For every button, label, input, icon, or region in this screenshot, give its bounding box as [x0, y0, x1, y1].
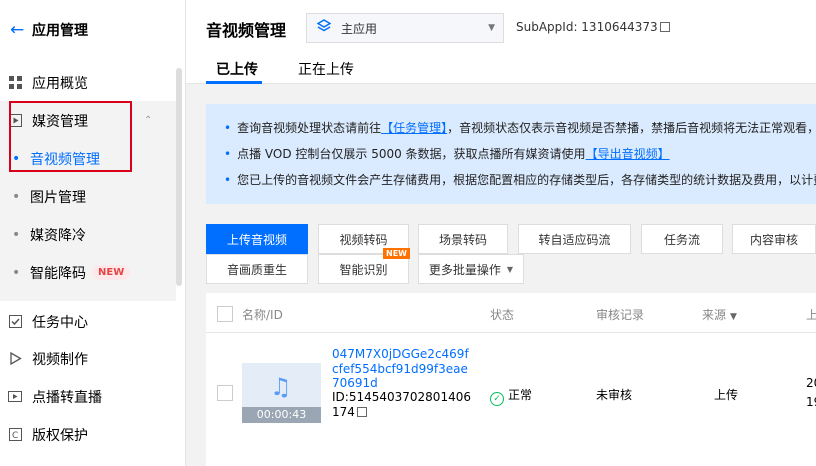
date-cell-line-1: 20 — [806, 376, 816, 390]
notice-line: • 点播 VOD 控制台仅展示 5000 条数据，获取点播所有媒资请使用【导出音视… — [224, 144, 816, 170]
music-note-icon: ♫ — [270, 373, 292, 401]
copy-icon[interactable] — [659, 22, 670, 32]
bullet-icon: • — [224, 147, 232, 161]
sidebar-item-smart-bitrate[interactable]: • 智能降码 NEW — [0, 254, 176, 291]
row-checkbox[interactable] — [217, 385, 233, 401]
caret-down-icon: ▼ — [488, 23, 495, 33]
copyright-icon: C — [8, 428, 22, 442]
sidebar-item-label: 任务中心 — [32, 314, 88, 331]
scene-transcode-button[interactable]: 场景转码 — [418, 224, 508, 254]
highlight-box — [9, 101, 132, 172]
sidebar-item-label: 版权保护 — [32, 427, 88, 444]
grid-icon — [8, 76, 22, 90]
subapp-id-text: SubAppId: 1310644373 — [516, 20, 658, 34]
column-header-name: 名称/ID — [242, 308, 283, 322]
column-header-more: 上 — [806, 308, 816, 322]
sidebar-item-label: 应用概览 — [32, 75, 88, 92]
review-cell: 未审核 — [596, 388, 633, 402]
notice-box: • 查询音视频处理状态请前往【任务管理】，音视频状态仅表示音视频是否禁播，禁播后音… — [206, 104, 816, 204]
sidebar-item-app-overview[interactable]: 应用概览 — [0, 64, 176, 101]
tab-uploaded[interactable]: 已上传 — [216, 59, 258, 79]
smart-recognition-button[interactable]: 智能识别 NEW — [318, 248, 410, 284]
column-header-source[interactable]: 来源 ▼ — [702, 306, 737, 323]
app-select-value: 主应用 — [341, 21, 378, 36]
chevron-up-icon[interactable]: ⌃ — [144, 115, 152, 126]
sidebar-scrollbar[interactable] — [176, 68, 182, 286]
copy-icon[interactable] — [356, 406, 367, 417]
status-cell: ✓ 正常 — [490, 386, 532, 406]
file-id-text: ID:5145403702801406174 — [332, 390, 471, 419]
content-review-button[interactable]: 内容审核 — [732, 224, 816, 254]
column-header-status: 状态 — [490, 308, 515, 322]
page-title: 音视频管理 — [206, 21, 287, 40]
smart-recognition-label: 智能识别 — [339, 262, 388, 277]
dot-icon: • — [12, 264, 21, 281]
status-text: 正常 — [508, 388, 533, 402]
batch-operations-button[interactable]: 更多批量操作 ▼ — [418, 254, 524, 284]
caret-down-icon: ▼ — [506, 264, 514, 274]
select-all-checkbox[interactable] — [217, 306, 233, 322]
notice-text: ，音视频状态仅表示音视频是否禁播，禁播后音视频将无法正常观看， — [447, 121, 816, 135]
subapp-id: SubAppId: 1310644373 — [516, 20, 670, 34]
sidebar-item-label: 点播转直播 — [32, 389, 102, 406]
sidebar-item-label: 视频制作 — [32, 351, 88, 368]
dot-icon: • — [12, 226, 21, 243]
back-arrow-icon[interactable]: ← — [10, 20, 30, 40]
sidebar-item-video-production[interactable]: 视频制作 — [0, 340, 176, 377]
notice-text: 您已上传的音视频文件会产生存储费用，根据您配置相应的存储类型后，各存储类型的统计… — [237, 173, 816, 187]
sidebar-item-image-management[interactable]: • 图片管理 — [0, 178, 176, 215]
sidebar-title: 应用管理 — [32, 23, 88, 39]
notice-line: • 查询音视频处理状态请前往【任务管理】，音视频状态仅表示音视频是否禁播，禁播后音… — [224, 118, 816, 144]
tab-uploading[interactable]: 正在上传 — [298, 59, 354, 79]
active-tab-indicator — [206, 81, 262, 84]
duration-label: 00:00:43 — [242, 407, 321, 423]
source-cell: 上传 — [714, 388, 739, 402]
quality-rebirth-button[interactable]: 音画质重生 — [206, 254, 308, 284]
top-bar: 音视频管理 主应用 ▼ SubAppId: 1310644373 已上传 正在上… — [186, 0, 816, 84]
notice-line: • 您已上传的音视频文件会产生存储费用，根据您配置相应的存储类型后，各存储类型的统… — [224, 170, 816, 196]
app-select[interactable]: 主应用 ▼ — [306, 13, 504, 43]
sidebar-item-task-center[interactable]: 任务中心 — [0, 303, 176, 340]
adaptive-stream-button[interactable]: 转自适应码流 — [518, 224, 631, 254]
filter-icon[interactable]: ▼ — [730, 312, 737, 322]
batch-operations-label: 更多批量操作 — [428, 262, 501, 277]
sidebar: ← 应用管理 应用概览 媒资管理 ⌃ • 音视频管理 • 图片管理 • 媒资降冷… — [0, 0, 186, 466]
file-name-link[interactable]: 047M7X0jDGGe2c469fcfef554bcf91d99f3eae70… — [332, 347, 472, 391]
svg-text:C: C — [12, 431, 18, 441]
task-management-link[interactable]: 【任务管理】 — [381, 121, 447, 135]
column-header-source-label: 来源 — [702, 308, 727, 322]
sidebar-item-label: 图片管理 — [30, 189, 86, 206]
check-circle-icon: ✓ — [490, 392, 504, 406]
live-icon — [8, 390, 22, 404]
bullet-icon: • — [224, 173, 232, 187]
sidebar-item-vod-to-live[interactable]: 点播转直播 — [0, 378, 176, 415]
column-header-review: 审核记录 — [596, 308, 645, 322]
notice-text: 查询音视频处理状态请前往 — [237, 121, 382, 135]
bullet-icon: • — [224, 121, 232, 135]
file-id: ID:5145403702801406174 — [332, 390, 472, 419]
workflow-button[interactable]: 任务流 — [641, 224, 723, 254]
table-header: 名称/ID 状态 审核记录 来源 ▼ 上 — [206, 293, 816, 333]
media-table: 名称/ID 状态 审核记录 来源 ▼ 上 ♫ 00:00:43 047M7X0jD… — [206, 293, 816, 466]
checkbox-icon — [8, 315, 22, 329]
back-header[interactable]: ← 应用管理 — [0, 0, 185, 60]
sidebar-item-label: 媒资降冷 — [30, 227, 86, 244]
layers-icon — [316, 19, 332, 37]
play-icon — [8, 352, 22, 366]
sidebar-item-copyright[interactable]: C 版权保护 — [0, 416, 176, 453]
export-av-link[interactable]: 【导出音视频】 — [586, 147, 670, 161]
new-badge: NEW — [92, 265, 131, 280]
dot-icon: • — [12, 188, 21, 205]
media-thumbnail[interactable]: ♫ 00:00:43 — [242, 363, 321, 423]
notice-text: 点播 VOD 控制台仅展示 5000 条数据，获取点播所有媒资请使用 — [237, 147, 586, 161]
upload-button[interactable]: 上传音视频 — [206, 224, 308, 254]
new-badge: NEW — [383, 248, 410, 259]
sidebar-item-label: 智能降码 — [30, 265, 86, 282]
sidebar-item-media-cooling[interactable]: • 媒资降冷 — [0, 216, 176, 253]
date-cell-line-2: 19 — [806, 395, 816, 409]
